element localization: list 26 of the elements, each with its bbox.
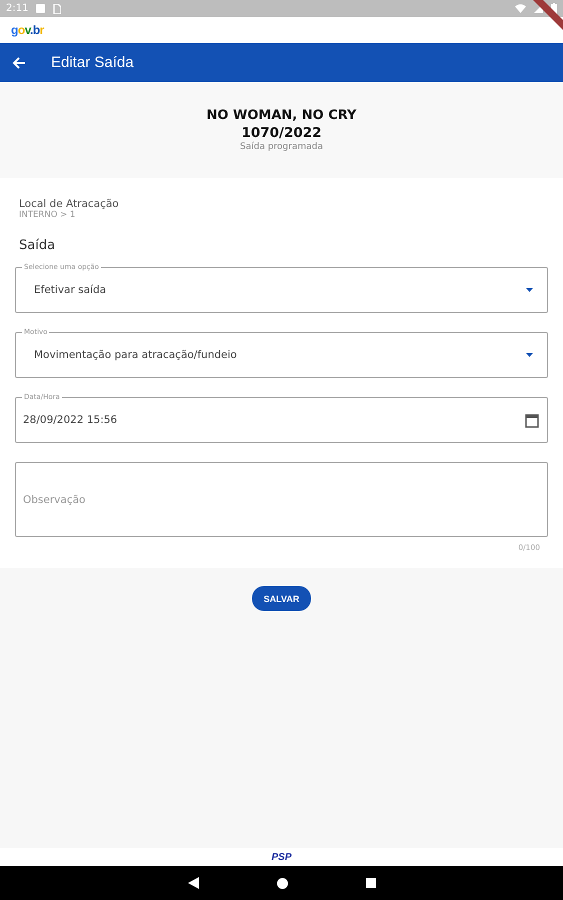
location-label: Local de Atracação bbox=[19, 198, 120, 210]
field-value: Movimentação para atracação/fundeio bbox=[34, 349, 238, 361]
departure-status: Saída programada bbox=[240, 142, 323, 152]
calendar-icon[interactable] bbox=[525, 412, 539, 428]
field-placeholder: Observação bbox=[23, 494, 86, 506]
wifi-icon bbox=[515, 4, 526, 13]
dropdown-caret-icon bbox=[526, 288, 533, 292]
status-time: 2:11 bbox=[6, 3, 28, 14]
back-nav-icon[interactable] bbox=[188, 877, 198, 889]
save-button[interactable]: SALVAR bbox=[252, 586, 311, 611]
sim-icon bbox=[53, 4, 62, 14]
vessel-name: NO WOMAN, NO CRY bbox=[206, 108, 356, 123]
app-bar-title: Editar Saída bbox=[51, 54, 134, 71]
footer-logo: PSP bbox=[271, 852, 292, 862]
debug-ribbon bbox=[533, 0, 563, 30]
recents-nav-icon[interactable] bbox=[366, 878, 376, 888]
notification-icon bbox=[36, 4, 46, 13]
section-title: Saída bbox=[19, 238, 56, 253]
location-value: INTERNO > 1 bbox=[19, 210, 76, 220]
brand-logo: gov.br bbox=[11, 23, 44, 37]
home-nav-icon[interactable] bbox=[276, 878, 288, 888]
field-value: Efetivar saída bbox=[34, 284, 108, 296]
dropdown-caret-icon bbox=[526, 353, 533, 357]
field-value: 28/09/2022 15:56 bbox=[23, 414, 118, 426]
vessel-number: 1070/2022 bbox=[241, 125, 322, 141]
back-button[interactable] bbox=[12, 56, 26, 70]
